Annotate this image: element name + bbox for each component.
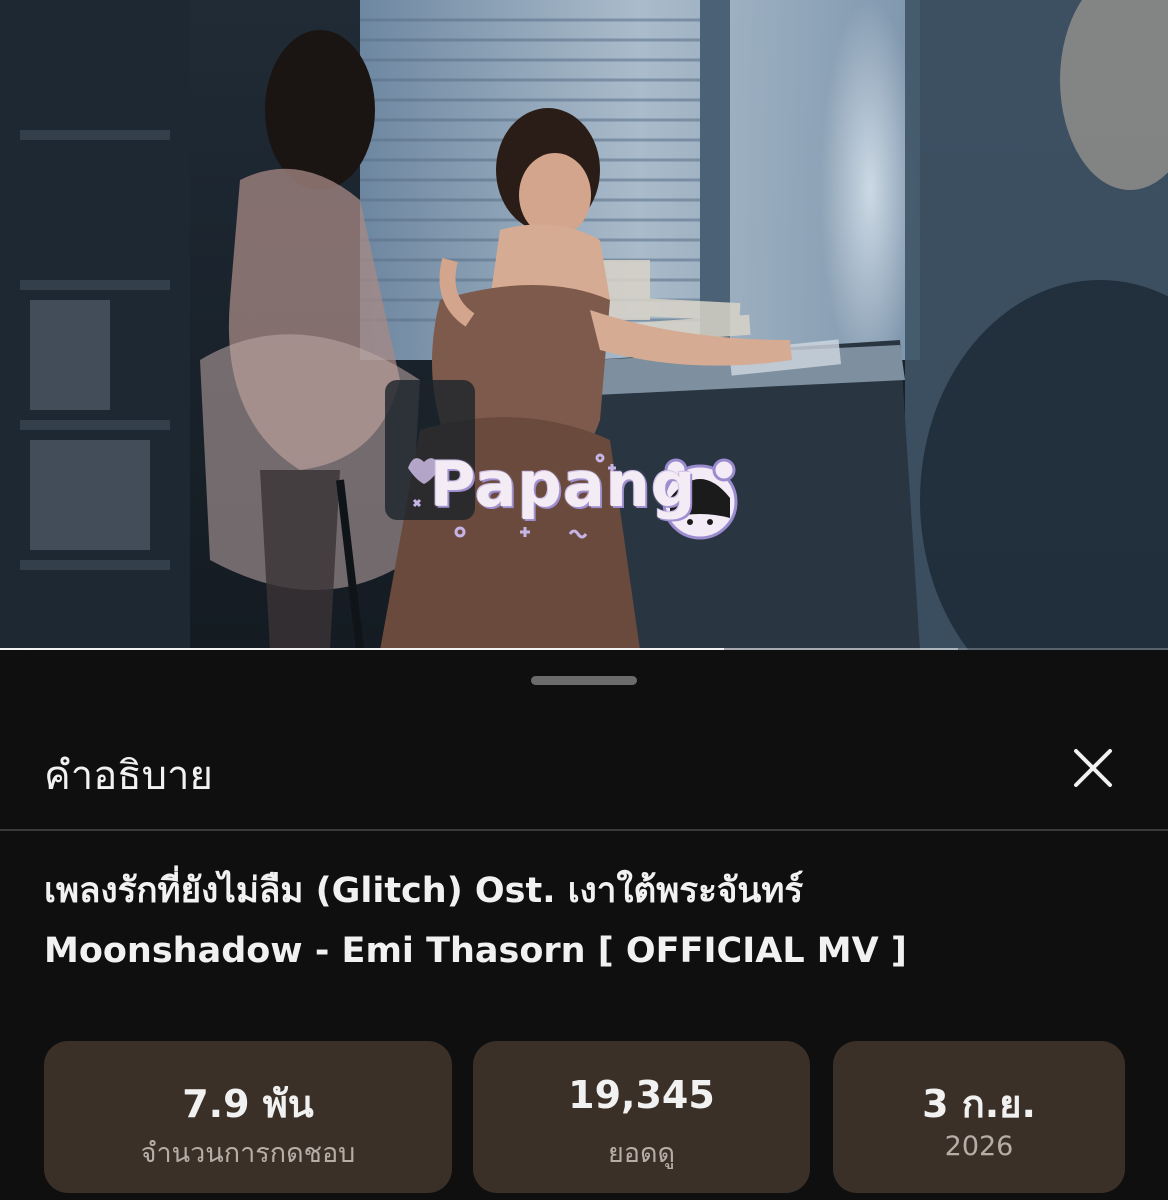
drag-handle[interactable]	[531, 676, 637, 685]
date-stat-card[interactable]: 3 ก.ย. 2026	[833, 1041, 1125, 1193]
buffered-bar	[0, 648, 958, 650]
video-title-line-2: Moonshadow - Emi Thasorn [ OFFICIAL MV ]	[44, 931, 907, 971]
video-title-line-1: เพลงรักที่ยังไม่ลืม (Glitch) Ost. เงาใต้…	[44, 871, 804, 911]
video-frame-image	[0, 0, 1168, 650]
likes-label: จำนวนการกดชอบ	[140, 1138, 356, 1169]
sheet-header: คำอธิบาย	[0, 719, 1168, 829]
header-divider	[0, 829, 1168, 831]
video-player[interactable]: Papang	[0, 0, 1168, 650]
video-title: เพลงรักที่ยังไม่ลืม (Glitch) Ost. เงาใต้…	[44, 861, 1124, 981]
likes-count: 7.9 พัน	[182, 1082, 314, 1126]
video-progress-bar[interactable]	[0, 648, 1168, 650]
views-label: ยอดดู	[607, 1138, 676, 1169]
sheet-title: คำอธิบาย	[44, 753, 213, 799]
close-icon	[1074, 749, 1112, 787]
papang-watermark: Papang	[400, 440, 760, 550]
publish-year: 2026	[944, 1131, 1014, 1162]
close-button[interactable]	[1058, 733, 1128, 803]
views-count: 19,345	[568, 1073, 715, 1117]
publish-date: 3 ก.ย.	[922, 1082, 1036, 1126]
description-sheet: คำอธิบาย เพลงรักที่ยังไม่ลืม (Glitch) Os…	[0, 653, 1168, 1200]
app-root: Papang คำอธิบาย เพลงรักที่ยังไม่ลืม (Gli…	[0, 0, 1168, 1200]
likes-stat-card[interactable]: 7.9 พัน จำนวนการกดชอบ	[44, 1041, 452, 1193]
watermark-text: Papang	[430, 448, 697, 521]
views-stat-card[interactable]: 19,345 ยอดดู	[473, 1041, 810, 1193]
stats-row: 7.9 พัน จำนวนการกดชอบ 19,345 ยอดดู 3 ก.ย…	[0, 1041, 1168, 1200]
